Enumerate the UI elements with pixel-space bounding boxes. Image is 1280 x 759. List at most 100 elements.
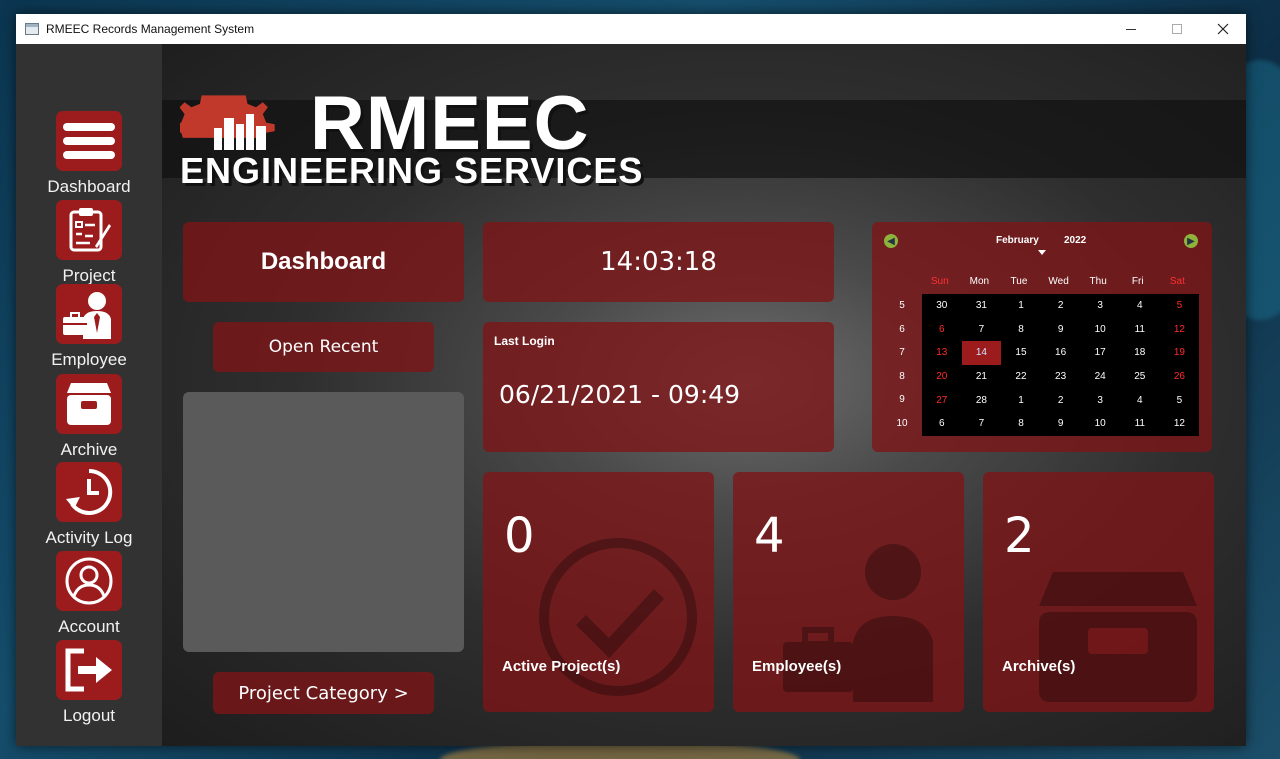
employee-icon — [56, 284, 122, 344]
stat-value: 2 — [1004, 508, 1035, 564]
project-category-button[interactable]: Project Category > — [213, 672, 434, 714]
calendar-day[interactable]: 8 — [1001, 318, 1041, 342]
close-icon — [1217, 23, 1229, 35]
calendar-day[interactable]: 20 — [922, 365, 962, 389]
sidebar-item-label: Dashboard — [47, 177, 131, 196]
calendar-day[interactable]: 6 — [922, 412, 962, 436]
sidebar-item-archive[interactable]: Archive — [16, 374, 162, 460]
recent-files-list[interactable] — [183, 392, 464, 652]
stat-value: 4 — [754, 508, 785, 564]
calendar-day[interactable]: 6 — [922, 318, 962, 342]
sidebar-item-label: Logout — [63, 706, 115, 725]
calendar-day[interactable]: 10 — [1080, 412, 1120, 436]
calendar-weekday-header: Sun Mon Tue Wed Thu Fri Sat — [920, 276, 1197, 287]
calendar-day[interactable]: 1 — [1001, 294, 1041, 318]
prev-month-button[interactable]: ◀ — [884, 234, 898, 248]
calendar-day[interactable]: 12 — [1160, 412, 1200, 436]
weekday-label: Tue — [1010, 276, 1028, 287]
calendar-day[interactable]: 3 — [1080, 388, 1120, 412]
stat-label: Employee(s) — [752, 658, 842, 675]
sidebar-item-logout[interactable]: Logout — [16, 640, 162, 726]
logout-icon — [56, 640, 122, 700]
stat-card-archives[interactable]: 2 Archive(s) — [983, 472, 1214, 712]
calendar-day[interactable]: 5 — [1160, 294, 1200, 318]
app-window: RMEEC Records Management System Dashboar… — [16, 14, 1246, 746]
calendar-day[interactable]: 16 — [1041, 341, 1081, 365]
calendar-day[interactable]: 2 — [1041, 388, 1081, 412]
calendar-day[interactable]: 9 — [1041, 412, 1081, 436]
week-number: 5 — [899, 300, 905, 311]
calendar-day[interactable]: 22 — [1001, 365, 1041, 389]
main-content: RMEEC ENGINEERING SERVICES Dashboard 14:… — [162, 44, 1246, 746]
calendar-day[interactable]: 31 — [962, 294, 1002, 318]
clock-history-icon — [56, 462, 122, 522]
stat-label: Active Project(s) — [502, 658, 621, 675]
window-controls — [1108, 14, 1246, 44]
open-recent-button[interactable]: Open Recent — [213, 322, 434, 372]
stat-card-employees[interactable]: 4 Employee(s) — [733, 472, 964, 712]
calendar-day[interactable]: 28 — [962, 388, 1002, 412]
calendar-day[interactable]: 11 — [1120, 318, 1160, 342]
weekday-label: Sun — [930, 276, 949, 287]
stat-value: 0 — [504, 508, 535, 564]
calendar-month-select[interactable]: February — [996, 235, 1039, 246]
calendar-day[interactable]: 7 — [962, 412, 1002, 436]
calendar-day[interactable]: 9 — [1041, 318, 1081, 342]
calendar-day[interactable]: 8 — [1001, 412, 1041, 436]
calendar-day[interactable]: 26 — [1160, 365, 1200, 389]
calendar-day[interactable]: 4 — [1120, 388, 1160, 412]
user-circle-icon — [56, 551, 122, 611]
next-month-button[interactable]: ▶ — [1184, 234, 1198, 248]
close-button[interactable] — [1200, 14, 1246, 44]
sidebar-item-label: Employee — [51, 350, 127, 369]
calendar-day[interactable]: 1 — [1001, 388, 1041, 412]
sidebar-item-label: Activity Log — [45, 528, 133, 547]
calendar-day[interactable]: 14 — [961, 341, 1002, 365]
archive-box-icon — [56, 374, 122, 434]
calendar-day[interactable]: 19 — [1160, 341, 1200, 365]
calendar-day[interactable]: 27 — [922, 388, 962, 412]
calendar-day[interactable]: 24 — [1080, 365, 1120, 389]
sidebar-item-label: Project — [62, 266, 116, 285]
calendar-day[interactable]: 23 — [1041, 365, 1081, 389]
calendar-day[interactable]: 3 — [1080, 294, 1120, 318]
minimize-icon — [1126, 28, 1136, 30]
chevron-down-icon — [1038, 250, 1046, 255]
calendar-day[interactable]: 18 — [1120, 341, 1160, 365]
stat-label: Archive(s) — [1002, 658, 1076, 675]
calendar-day[interactable]: 4 — [1120, 294, 1160, 318]
sidebar-item-label: Account — [58, 617, 120, 636]
sidebar-item-account[interactable]: Account — [16, 551, 162, 637]
calendar-day[interactable]: 12 — [1160, 318, 1200, 342]
calendar-day[interactable]: 5 — [1160, 388, 1200, 412]
calendar-day[interactable]: 17 — [1080, 341, 1120, 365]
calendar-day[interactable]: 2 — [1041, 294, 1081, 318]
calendar-day[interactable]: 25 — [1120, 365, 1160, 389]
calendar-day[interactable]: 30 — [922, 294, 962, 318]
sidebar: Dashboard Project Employee Archive Activ… — [16, 44, 162, 746]
calendar-day[interactable]: 15 — [1001, 341, 1041, 365]
clock-display: 14:03:18 — [483, 222, 834, 302]
weekday-label: Mon — [969, 276, 990, 287]
sidebar-item-dashboard[interactable]: Dashboard — [16, 111, 162, 197]
sidebar-item-activity-log[interactable]: Activity Log — [16, 462, 162, 548]
gear-icon — [180, 95, 275, 150]
calendar-day[interactable]: 21 — [962, 365, 1002, 389]
sidebar-item-employee[interactable]: Employee — [16, 284, 162, 370]
calendar-day[interactable]: 7 — [962, 318, 1002, 342]
calendar-day[interactable]: 13 — [922, 341, 962, 365]
weekday-label: Wed — [1048, 276, 1069, 287]
company-logo: RMEEC ENGINEERING SERVICES — [180, 81, 642, 192]
calendar-day[interactable]: 10 — [1080, 318, 1120, 342]
check-circle-icon — [539, 538, 697, 696]
maximize-button[interactable] — [1154, 14, 1200, 44]
stat-card-active-projects[interactable]: 0 Active Project(s) — [483, 472, 714, 712]
minimize-button[interactable] — [1108, 14, 1154, 44]
last-login-panel: Last Login 06/21/2021 - 09:49 — [483, 322, 834, 452]
calendar-day[interactable]: 11 — [1120, 412, 1160, 436]
week-number: 10 — [896, 418, 908, 429]
sidebar-item-project[interactable]: Project — [16, 200, 162, 286]
week-number: 8 — [899, 370, 905, 382]
calendar-year-select[interactable]: 2022 — [1064, 235, 1086, 246]
title-bar[interactable]: RMEEC Records Management System — [16, 14, 1246, 44]
